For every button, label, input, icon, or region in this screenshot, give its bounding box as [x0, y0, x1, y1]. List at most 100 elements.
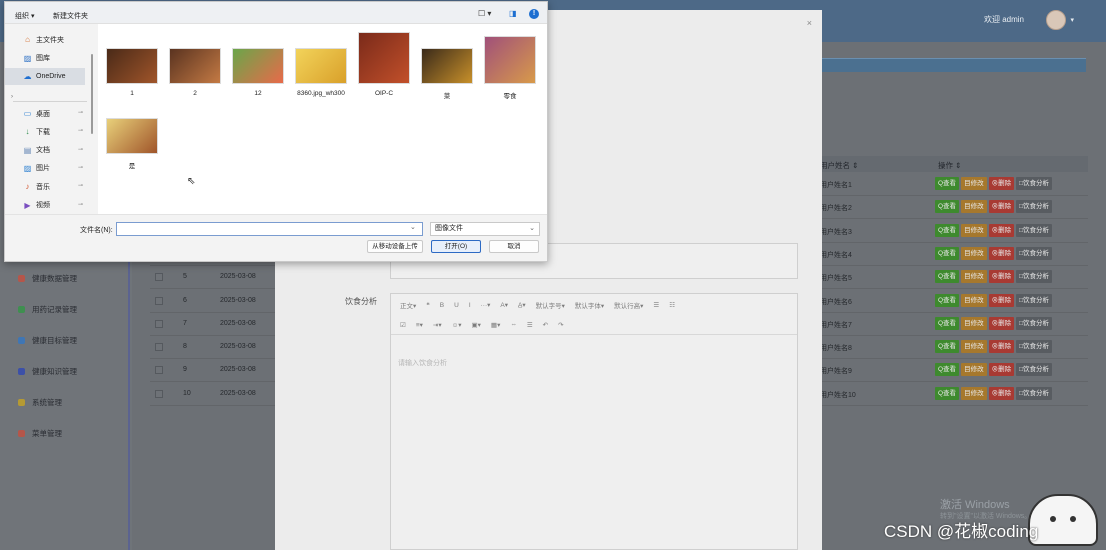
editor-tool-button[interactable]: ☷: [669, 301, 675, 309]
row-checkbox[interactable]: [155, 389, 163, 398]
organize-button[interactable]: 组织 ▾: [15, 11, 34, 21]
file-item[interactable]: 零食: [480, 36, 540, 100]
sidebar-item[interactable]: 菜单管理: [18, 425, 62, 441]
editor-tool-button[interactable]: I: [469, 302, 471, 309]
file-item[interactable]: OIP-C: [354, 32, 414, 97]
editor-tool-button[interactable]: ···▾: [481, 301, 491, 309]
editor-tool-button[interactable]: 默认字体▾: [575, 300, 604, 310]
edit-button[interactable]: 目修改: [961, 340, 987, 354]
nav-item[interactable]: ☁ OneDrive: [5, 68, 85, 85]
column-header-operations[interactable]: 操作 ⇕: [938, 160, 961, 171]
file-item[interactable]: 12: [228, 48, 288, 97]
view-button[interactable]: Q查看: [935, 270, 960, 284]
nav-item[interactable]: ▤ 文档 ⊸: [5, 142, 85, 159]
sidebar-item[interactable]: 健康目标管理: [18, 332, 77, 348]
edit-button[interactable]: 目修改: [961, 363, 987, 377]
edit-button[interactable]: 目修改: [961, 200, 987, 214]
editor-tool-button[interactable]: 默认字号▾: [536, 300, 565, 310]
sidebar-item[interactable]: 用药记录管理: [18, 301, 77, 317]
chevron-down-icon[interactable]: ⌄: [410, 223, 416, 231]
nav-item[interactable]: ▶ 视频 ⊸: [5, 197, 85, 214]
view-button[interactable]: Q查看: [935, 223, 960, 237]
sidebar-item[interactable]: 系统管理: [18, 394, 62, 410]
sidebar-item[interactable]: 健康数据管理: [18, 270, 77, 286]
close-icon[interactable]: ×: [807, 18, 812, 28]
delete-button[interactable]: ⊗删除: [988, 223, 1015, 237]
delete-button[interactable]: ⊗删除: [988, 270, 1015, 284]
row-checkbox[interactable]: [155, 343, 163, 352]
editor-tool-button[interactable]: A▾: [500, 301, 508, 309]
delete-button[interactable]: ⊗删除: [988, 340, 1015, 354]
row-checkbox[interactable]: [155, 273, 163, 282]
open-button[interactable]: 打开(O): [431, 240, 481, 253]
delete-button[interactable]: ⊗删除: [988, 293, 1015, 307]
row-checkbox[interactable]: [155, 319, 163, 328]
diet-analysis-button[interactable]: □饮食分析: [1016, 386, 1052, 400]
editor-tool-button[interactable]: U: [454, 302, 459, 309]
view-button[interactable]: Q查看: [935, 293, 960, 307]
editor-tool-button[interactable]: ☰: [653, 301, 659, 309]
editor-tool-button[interactable]: ≡▾: [416, 321, 423, 329]
editor-tool-button[interactable]: ❝: [426, 301, 430, 309]
row-checkbox[interactable]: [155, 296, 163, 305]
diet-analysis-button[interactable]: □饮食分析: [1016, 177, 1052, 190]
view-button[interactable]: Q查看: [935, 200, 960, 214]
editor-tool-button[interactable]: ⇔: [510, 321, 517, 328]
row-checkbox[interactable]: [155, 366, 163, 375]
diet-analysis-button[interactable]: □饮食分析: [1016, 223, 1052, 237]
diet-analysis-button[interactable]: □饮食分析: [1016, 270, 1052, 284]
delete-button[interactable]: ⊗删除: [988, 316, 1015, 330]
diet-analysis-button[interactable]: □饮食分析: [1016, 340, 1052, 354]
view-button[interactable]: Q查看: [935, 363, 960, 377]
edit-button[interactable]: 目修改: [961, 223, 987, 237]
edit-button[interactable]: 目修改: [961, 246, 987, 260]
editor-tool-button[interactable]: 默认行高▾: [614, 300, 643, 310]
nav-item[interactable]: ♪ 音乐 ⊸: [5, 178, 85, 195]
edit-button[interactable]: 目修改: [961, 293, 987, 307]
diet-analysis-button[interactable]: □饮食分析: [1016, 293, 1052, 307]
editor-tool-button[interactable]: ↶: [543, 321, 548, 329]
view-button[interactable]: Q查看: [935, 386, 960, 400]
nav-item[interactable]: ▭ 桌面 ⊸: [5, 105, 85, 122]
column-header-username[interactable]: 用户姓名 ⇕: [820, 160, 858, 171]
diet-analysis-button[interactable]: □饮食分析: [1016, 363, 1052, 377]
chevron-right-icon[interactable]: ›: [11, 94, 13, 100]
editor-tool-button[interactable]: ☑: [400, 321, 406, 329]
file-item[interactable]: 1: [102, 48, 162, 97]
editor-tool-button[interactable]: ↷: [558, 321, 563, 329]
editor-tool-button[interactable]: ▦▾: [491, 321, 500, 329]
nav-item[interactable]: ↓ 下载 ⊸: [5, 123, 85, 140]
delete-button[interactable]: ⊗删除: [988, 177, 1015, 190]
view-button[interactable]: Q查看: [935, 340, 960, 354]
view-button[interactable]: Q查看: [935, 246, 960, 260]
diet-analysis-button[interactable]: □饮食分析: [1016, 316, 1052, 330]
filetype-select[interactable]: 图像文件 ⌄: [430, 222, 540, 236]
editor-tool-button[interactable]: ▣▾: [472, 321, 481, 329]
delete-button[interactable]: ⊗删除: [988, 246, 1015, 260]
nav-item[interactable]: ▨ 图片 ⊸: [5, 160, 85, 177]
help-icon[interactable]: !: [529, 9, 539, 19]
edit-button[interactable]: 目修改: [961, 316, 987, 330]
editor-tool-button[interactable]: ⇥▾: [433, 321, 442, 329]
view-button[interactable]: Q查看: [935, 316, 960, 330]
file-item[interactable]: 菜: [417, 48, 477, 100]
rich-text-editor[interactable]: 正文▾ ❝ B U I ···▾ A▾ A̲▾ 默认字号▾ 默认字体▾ 默认行高▾ ☰ ☷ ☑ ≡▾ ⇥▾ ☺…: [390, 293, 798, 550]
filename-input[interactable]: [116, 222, 423, 236]
scrollbar[interactable]: [91, 54, 93, 134]
delete-button[interactable]: ⊗删除: [988, 363, 1015, 377]
sidebar-item[interactable]: 健康知识管理: [18, 363, 77, 379]
preview-pane-icon[interactable]: ◨: [509, 9, 517, 18]
view-button[interactable]: Q查看: [935, 177, 960, 190]
file-item[interactable]: 是: [102, 118, 162, 170]
edit-button[interactable]: 目修改: [961, 177, 987, 190]
editor-tool-button[interactable]: ☰: [527, 321, 533, 329]
delete-button[interactable]: ⊗删除: [988, 200, 1015, 214]
file-item[interactable]: 8360.jpg_wh300: [291, 48, 351, 97]
editor-tool-button[interactable]: A̲▾: [518, 301, 526, 309]
delete-button[interactable]: ⊗删除: [988, 386, 1015, 400]
editor-tool-button[interactable]: 正文▾: [400, 300, 416, 310]
new-folder-button[interactable]: 新建文件夹: [53, 11, 88, 21]
upload-from-mobile-button[interactable]: 从移动设备上传: [367, 240, 423, 253]
edit-button[interactable]: 目修改: [961, 386, 987, 400]
editor-tool-button[interactable]: B: [440, 302, 444, 309]
